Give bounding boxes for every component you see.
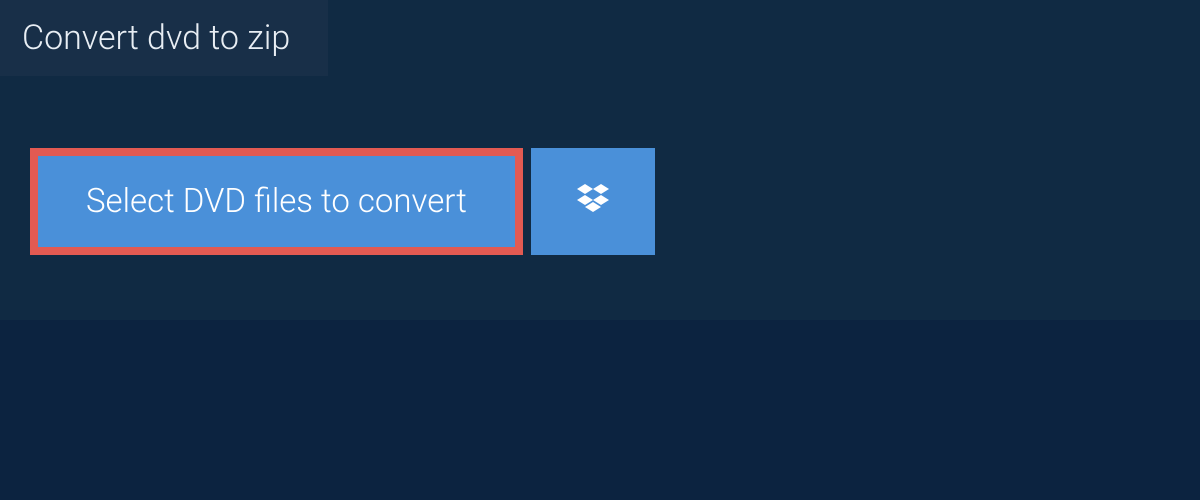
select-files-button[interactable]: Select DVD files to convert [30, 148, 523, 255]
action-button-row: Select DVD files to convert [30, 148, 655, 255]
select-files-label: Select DVD files to convert [86, 182, 467, 221]
converter-panel: Convert dvd to zip Select DVD files to c… [0, 0, 1200, 320]
tab-title: Convert dvd to zip [22, 18, 290, 58]
dropbox-icon [573, 180, 613, 224]
dropbox-button[interactable] [531, 148, 655, 255]
conversion-tab[interactable]: Convert dvd to zip [0, 0, 328, 76]
